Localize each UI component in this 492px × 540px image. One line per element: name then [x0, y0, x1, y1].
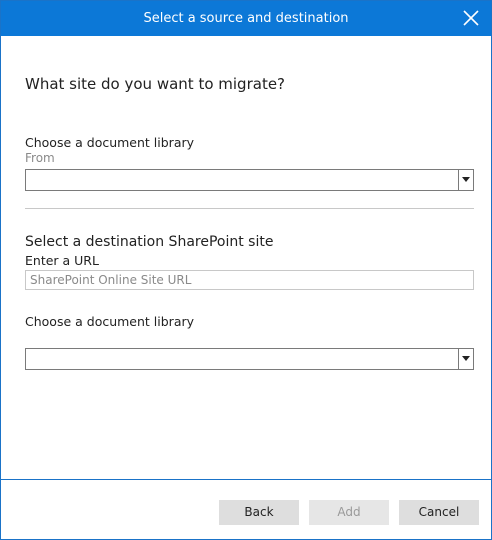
- section-divider: [25, 208, 474, 209]
- add-button[interactable]: Add: [309, 500, 389, 525]
- close-button[interactable]: [461, 8, 481, 28]
- dialog-window: Select a source and destination What sit…: [0, 0, 492, 540]
- title-bar: Select a source and destination: [1, 1, 491, 36]
- chevron-down-icon: [462, 356, 470, 361]
- destination-section-title: Select a destination SharePoint site: [25, 234, 274, 250]
- cancel-button[interactable]: Cancel: [399, 500, 479, 525]
- source-library-label: Choose a document library: [25, 135, 195, 150]
- destination-library-dropdown[interactable]: [25, 348, 474, 370]
- destination-dropdown-toggle[interactable]: [458, 349, 473, 369]
- source-library-dropdown[interactable]: [25, 169, 474, 191]
- chevron-down-icon: [462, 177, 470, 182]
- source-dropdown-toggle[interactable]: [458, 170, 473, 190]
- destination-library-label: Choose a document library: [25, 314, 195, 329]
- dialog-title: Select a source and destination: [143, 11, 349, 26]
- source-from-label: From: [25, 151, 55, 165]
- close-icon: [463, 10, 479, 26]
- back-button[interactable]: Back: [219, 500, 299, 525]
- footer-divider: [1, 479, 491, 480]
- site-url-input[interactable]: [25, 270, 474, 290]
- migrate-question: What site do you want to migrate?: [25, 75, 286, 93]
- url-label: Enter a URL: [25, 253, 99, 268]
